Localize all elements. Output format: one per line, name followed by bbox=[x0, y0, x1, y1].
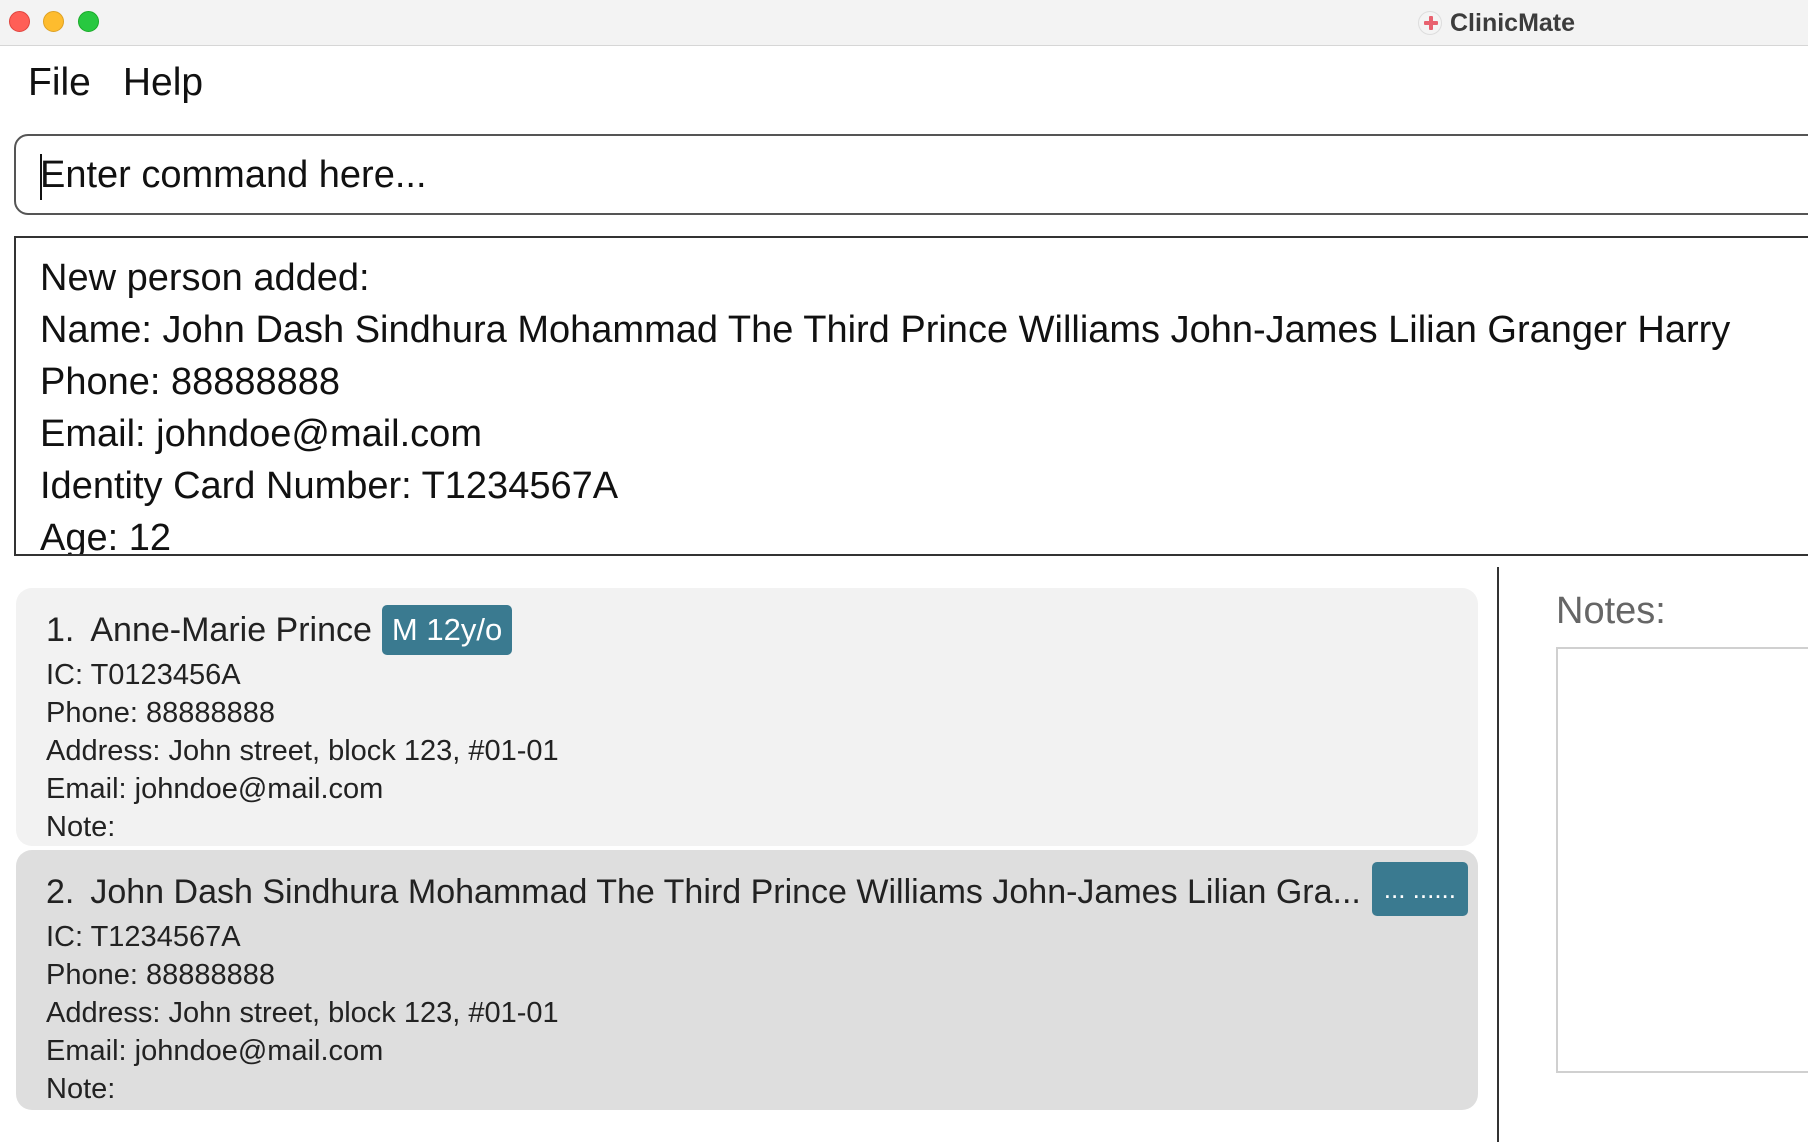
person-note: Note: bbox=[46, 811, 116, 843]
person-index: 1. bbox=[46, 610, 75, 649]
red-cross-icon bbox=[1418, 11, 1442, 35]
person-note: Note: bbox=[46, 1073, 116, 1105]
menu-help[interactable]: Help bbox=[123, 61, 203, 105]
command-input[interactable] bbox=[40, 146, 1740, 204]
person-address: Address: John street, block 123, #01-01 bbox=[46, 997, 559, 1029]
result-display: New person added: Name: John Dash Sindhu… bbox=[14, 236, 1808, 556]
command-box bbox=[14, 134, 1808, 215]
menu-bar: File Help bbox=[0, 47, 1808, 119]
person-address: Address: John street, block 123, #01-01 bbox=[46, 735, 559, 767]
person-name: John Dash Sindhura Mohammad The Third Pr… bbox=[90, 872, 1361, 911]
notes-textarea[interactable] bbox=[1556, 647, 1808, 1073]
person-ic: IC: T1234567A bbox=[46, 921, 241, 953]
person-email: Email: johndoe@mail.com bbox=[46, 1035, 384, 1067]
text-caret bbox=[40, 154, 42, 200]
app-name: ClinicMate bbox=[1450, 8, 1576, 37]
title-bar: ClinicMate bbox=[0, 0, 1808, 46]
menu-file[interactable]: File bbox=[28, 61, 91, 105]
minimize-window-button[interactable] bbox=[43, 11, 64, 32]
window-title: ClinicMate bbox=[1418, 6, 1575, 40]
person-phone: Phone: 88888888 bbox=[46, 959, 275, 991]
person-phone: Phone: 88888888 bbox=[46, 697, 275, 729]
close-window-button[interactable] bbox=[9, 11, 30, 32]
result-line: Phone: 88888888 bbox=[40, 361, 341, 403]
result-line: Age: 12 bbox=[40, 517, 171, 556]
person-card-selected[interactable]: 2. John Dash Sindhura Mohammad The Third… bbox=[16, 850, 1478, 1110]
person-card[interactable]: 1. Anne-Marie Prince M 12y/o IC: T012345… bbox=[16, 588, 1478, 846]
gender-age-tag: ... ...... bbox=[1371, 862, 1468, 916]
person-name: Anne-Marie Prince bbox=[90, 610, 372, 649]
person-ic: IC: T0123456A bbox=[46, 659, 241, 691]
person-index: 2. bbox=[46, 872, 75, 911]
result-line: New person added: bbox=[40, 257, 370, 299]
person-card-header: 1. Anne-Marie Prince M 12y/o bbox=[46, 604, 1448, 656]
result-line: Email: johndoe@mail.com bbox=[40, 413, 482, 455]
notes-label: Notes: bbox=[1556, 590, 1666, 632]
gender-age-tag: M 12y/o bbox=[381, 605, 513, 655]
person-card-header: 2. John Dash Sindhura Mohammad The Third… bbox=[46, 862, 1468, 918]
maximize-window-button[interactable] bbox=[78, 11, 99, 32]
panel-divider[interactable] bbox=[1497, 567, 1499, 1142]
person-email: Email: johndoe@mail.com bbox=[46, 773, 384, 805]
result-line: Name: John Dash Sindhura Mohammad The Th… bbox=[40, 309, 1731, 351]
result-line: Identity Card Number: T1234567A bbox=[40, 465, 619, 507]
